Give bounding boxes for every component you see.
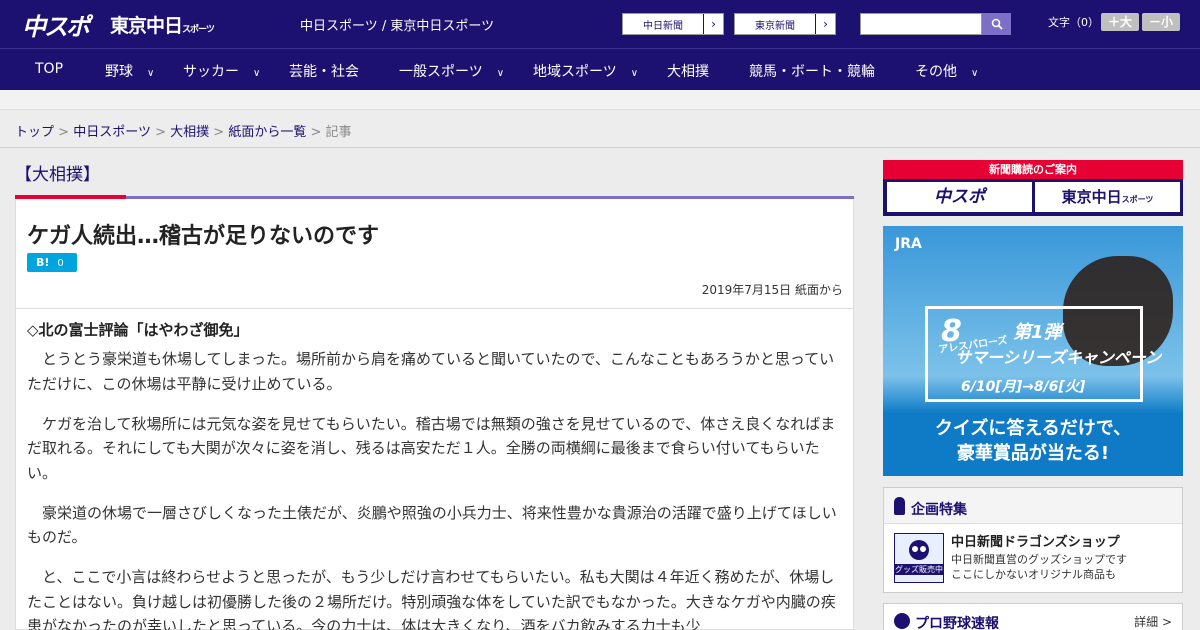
breadcrumb-separator: > (155, 125, 166, 140)
font-smaller-button[interactable]: －小 (1142, 13, 1180, 31)
nav-label: 野球 (105, 64, 133, 80)
subscription-banner[interactable]: 新聞購読のご案内 中スポ 東京中日スポーツ (883, 160, 1183, 216)
article-paragraph: ケガを治して秋場所には元気な姿を見せてもらいたい。稽古場では無類の強さを見せてい… (27, 414, 836, 482)
feature-heading: 企画特集 (911, 502, 967, 518)
nav-label: 大相撲 (667, 64, 709, 80)
breadcrumb-paper-list[interactable]: 紙面から一覧 (228, 125, 306, 140)
nav-item-top[interactable]: TOP (35, 61, 63, 77)
article-card: ケガ人続出…稽古が足りないのです B! 0 2019年7月15日 紙面から ◇北の… (15, 199, 854, 630)
article-paragraph: 豪栄道の休場で一層さびしくなった土俵だが、炎鵬や照強の小兵力士、将来性豊かな貴源… (27, 503, 837, 547)
font-size-label: 文字（0） (1048, 16, 1099, 29)
nav-item-local-sports[interactable]: 地域スポーツ ∨ (533, 61, 638, 81)
baseball-scores-box: プロ野球速報 詳細 > (883, 603, 1183, 630)
sub-strip (0, 90, 1200, 110)
nav-label: その他 (915, 64, 957, 80)
nav-label: 芸能・社会 (289, 64, 359, 80)
breadcrumb-sumo[interactable]: 大相撲 (170, 125, 209, 140)
article-paragraph: とうとう豪栄道も休場してしまった。場所前から肩を痛めていると聞いていたので、こん… (27, 350, 835, 393)
nav-label: 一般スポーツ (399, 64, 483, 80)
ad-cta: クイズに答えるだけで、 豪華賞品が当たる! (883, 416, 1183, 466)
breadcrumb-current: 記事 (325, 125, 352, 140)
feature-box: 企画特集 グッズ販売中 中日新聞ドラゴンズショップ 中日新聞直営のグッズショップ… (883, 487, 1183, 593)
tokyo-link-label: 東京新聞 (755, 20, 795, 32)
tokyo-logo-small: スポーツ (182, 25, 215, 35)
subscribe-tokyo-logo[interactable]: 東京中日スポーツ (1035, 182, 1180, 212)
breadcrumb-top[interactable]: トップ (15, 125, 54, 140)
nav-item-sumo[interactable]: 大相撲 (667, 61, 709, 81)
dragons-shop-thumbnail[interactable]: グッズ販売中 (894, 533, 944, 583)
breadcrumb-separator: > (213, 125, 225, 140)
header-bar: 中スポ 東京中日スポーツ 中日スポーツ / 東京中日スポーツ 中日新聞 › 東京… (0, 0, 1200, 48)
nav-item-soccer[interactable]: サッカー ∨ (183, 61, 260, 81)
chuspo-logo[interactable]: 中スポ (22, 7, 90, 42)
subscribe-chuspo-logo[interactable]: 中スポ (887, 182, 1032, 212)
chevron-down-icon: ∨ (971, 68, 979, 79)
chevron-down-icon: ∨ (147, 68, 155, 79)
subscribe-tokyo-small: スポーツ (1121, 195, 1154, 204)
nav-item-baseball[interactable]: 野球 ∨ (105, 61, 154, 81)
nav-item-general-sports[interactable]: 一般スポーツ ∨ (399, 61, 504, 81)
article-body: とうとう豪栄道も休場してしまった。場所前から肩を痛めていると聞いていたので、こん… (27, 347, 843, 630)
chunichi-shimbun-link[interactable]: 中日新聞 › (622, 13, 724, 35)
nav-label: TOP (35, 61, 64, 77)
hatena-count: 0 (57, 258, 64, 269)
feature-desc-line1: 中日新聞直営のグッズショップです (951, 553, 1127, 566)
breadcrumb-separator: > (58, 125, 70, 140)
main-nav: TOP 野球 ∨ サッカー ∨ 芸能・社会 一般スポーツ ∨ 地域スポーツ ∨ 大相撲 … (0, 48, 1200, 90)
jra-ad-banner[interactable]: JRA 8 アレスバローズ 第1弾 サマーシリーズキャンペーン 6/10[月]→… (883, 226, 1183, 476)
article-subhead: ◇北の富士評論「はやわざ御免」 (27, 321, 249, 339)
article-title: ケガ人続出…稽古が足りないのです (27, 224, 380, 249)
mascot-icon (909, 540, 929, 560)
search-icon (991, 18, 1003, 30)
article-divider (16, 308, 853, 309)
tokyo-chunichi-logo[interactable]: 東京中日スポーツ (110, 11, 215, 38)
thumb-label: グッズ販売中 (895, 564, 943, 575)
feature-title-link[interactable]: 中日新聞ドラゴンズショップ (951, 531, 1120, 550)
baseball-heading: プロ野球速報 (915, 616, 999, 630)
chunichi-link-label: 中日新聞 (643, 20, 683, 32)
jra-logo: JRA (895, 236, 922, 252)
article-paragraph: と、ここで小言は終わらせようと思ったが、もう少しだけ言わせてもらいたい。私も大関… (27, 568, 836, 630)
tokyo-shimbun-link[interactable]: 東京新聞 › (734, 13, 836, 35)
chevron-down-icon: ∨ (630, 68, 639, 79)
search-input[interactable] (860, 13, 982, 35)
ribbon-icon (894, 497, 905, 515)
hatena-icon: B! (36, 256, 50, 269)
breadcrumb-separator: > (310, 125, 322, 140)
feature-desc-line2: ここにしかないオリジナル商品も (951, 568, 1116, 581)
nav-label: 地域スポーツ (533, 64, 617, 80)
ad-cta-line2: 豪華賞品が当たる! (956, 443, 1110, 464)
nav-item-racing[interactable]: 競馬・ボート・競輪 (749, 61, 875, 81)
article-date: 2019年7月15日 紙面から (701, 283, 843, 297)
article-category: 【大相撲】 (15, 165, 100, 185)
search-button[interactable] (982, 13, 1011, 35)
feature-description: 中日新聞直営のグッズショップです ここにしかないオリジナル商品も (951, 552, 1127, 582)
breadcrumb-chuspo[interactable]: 中日スポーツ (73, 125, 151, 140)
font-larger-button[interactable]: ＋大 (1101, 13, 1139, 31)
baseball-more-link[interactable]: 詳細 > (1134, 613, 1172, 630)
nav-label: サッカー (183, 64, 239, 80)
breadcrumb: トップ > 中日スポーツ > 大相撲 > 紙面から一覧 > 記事 (0, 110, 1200, 148)
nav-label: 競馬・ボート・競輪 (749, 64, 875, 80)
subscription-header: 新聞購読のご案内 (883, 160, 1183, 179)
chevron-down-icon: ∨ (253, 68, 261, 79)
tokyo-logo-text: 東京中日 (110, 15, 183, 37)
chevron-right-icon: › (815, 14, 835, 34)
subscribe-tokyo-text: 東京中日 (1061, 188, 1122, 206)
nav-item-entertainment[interactable]: 芸能・社会 (289, 61, 359, 81)
ad-dates: 6/10[月]→8/6[火] (961, 379, 1086, 395)
baseball-icon (894, 613, 910, 629)
ad-cta-line1: クイズに答えるだけで、 (934, 418, 1132, 439)
feature-header: 企画特集 (884, 488, 1182, 524)
chevron-down-icon: ∨ (496, 68, 505, 79)
site-subtitle: 中日スポーツ / 東京中日スポーツ (300, 19, 495, 34)
chevron-right-icon: › (703, 14, 723, 34)
ad-stage: 第1弾 (1013, 322, 1062, 343)
ad-campaign: サマーシリーズキャンペーン (955, 348, 1162, 367)
hatena-bookmark-button[interactable]: B! 0 (27, 253, 77, 272)
nav-item-other[interactable]: その他 ∨ (915, 61, 978, 81)
